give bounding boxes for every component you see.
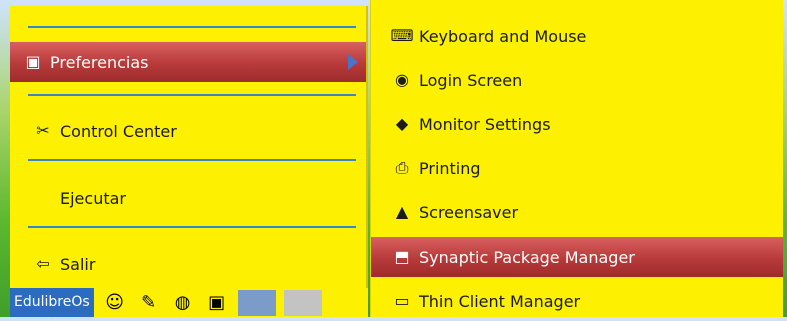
submenu-item-label: Synaptic Package Manager — [419, 247, 635, 267]
submenu-item-login-screen[interactable]: ◉ Login Screen — [371, 60, 783, 100]
main-menu: ▣ Preferencias ✂ Control Center Ejecutar… — [10, 6, 368, 317]
taskbar: EdulibreOs ☺ ✎ ◍ ▣ — [10, 288, 368, 317]
printer-icon: ⎙ — [395, 158, 409, 177]
submenu-arrow-icon — [348, 54, 358, 70]
package-manager-icon: ⬒ — [394, 247, 410, 266]
submenu-item-label: Keyboard and Mouse — [419, 26, 587, 46]
submenu-item-monitor-settings[interactable]: ◆ Monitor Settings — [371, 104, 783, 144]
thin-client-icon: ▭ — [394, 291, 410, 310]
submenu-item-label: Screensaver — [419, 202, 519, 222]
preferences-icon: ▣ — [25, 52, 41, 71]
submenu-item-synaptic-package-manager[interactable]: ⬒ Synaptic Package Manager — [371, 237, 783, 277]
menu-item-label: Control Center — [60, 121, 177, 141]
separator — [28, 94, 356, 96]
preferences-submenu: ⌨ Keyboard and Mouse ◉ Login Screen ◆ Mo… — [370, 0, 783, 317]
windows-icon[interactable]: ▣ — [204, 290, 230, 316]
taskbar-window-button[interactable] — [283, 289, 322, 316]
menu-item-label: Salir — [60, 254, 96, 274]
menu-item-ejecutar[interactable]: Ejecutar — [10, 178, 366, 218]
submenu-item-keyboard-and-mouse[interactable]: ⌨ Keyboard and Mouse — [371, 16, 783, 56]
menu-item-preferencias[interactable]: ▣ Preferencias — [10, 42, 366, 82]
menu-item-control-center[interactable]: ✂ Control Center — [10, 111, 366, 151]
logout-icon: ⇦ — [36, 254, 50, 273]
pencil-icon[interactable]: ✎ — [136, 290, 162, 316]
separator — [28, 26, 356, 28]
control-center-icon: ✂ — [36, 121, 50, 140]
submenu-item-label: Login Screen — [419, 70, 523, 90]
login-screen-icon: ◉ — [395, 70, 409, 89]
submenu-item-label: Printing — [419, 158, 481, 178]
screensaver-icon: ▲ — [395, 202, 409, 221]
submenu-item-thin-client-manager[interactable]: ▭ Thin Client Manager — [371, 281, 783, 321]
submenu-item-label: Thin Client Manager — [419, 291, 581, 311]
taskbar-window-button[interactable] — [237, 289, 276, 316]
monitor-settings-icon: ◆ — [395, 114, 409, 133]
submenu-item-screensaver[interactable]: ▲ Screensaver — [371, 192, 783, 232]
menu-item-label: Ejecutar — [60, 188, 126, 208]
submenu-item-printing[interactable]: ⎙ Printing — [371, 148, 783, 188]
start-button[interactable]: EdulibreOs — [10, 288, 94, 317]
people-icon[interactable]: ☺ — [102, 290, 128, 316]
globe-icon[interactable]: ◍ — [170, 290, 196, 316]
menu-item-label: Preferencias — [50, 52, 149, 72]
menu-item-salir[interactable]: ⇦ Salir — [10, 244, 366, 284]
submenu-item-label: Monitor Settings — [419, 114, 551, 134]
separator — [28, 226, 356, 228]
separator — [28, 159, 356, 161]
keyboard-icon: ⌨ — [390, 26, 414, 45]
